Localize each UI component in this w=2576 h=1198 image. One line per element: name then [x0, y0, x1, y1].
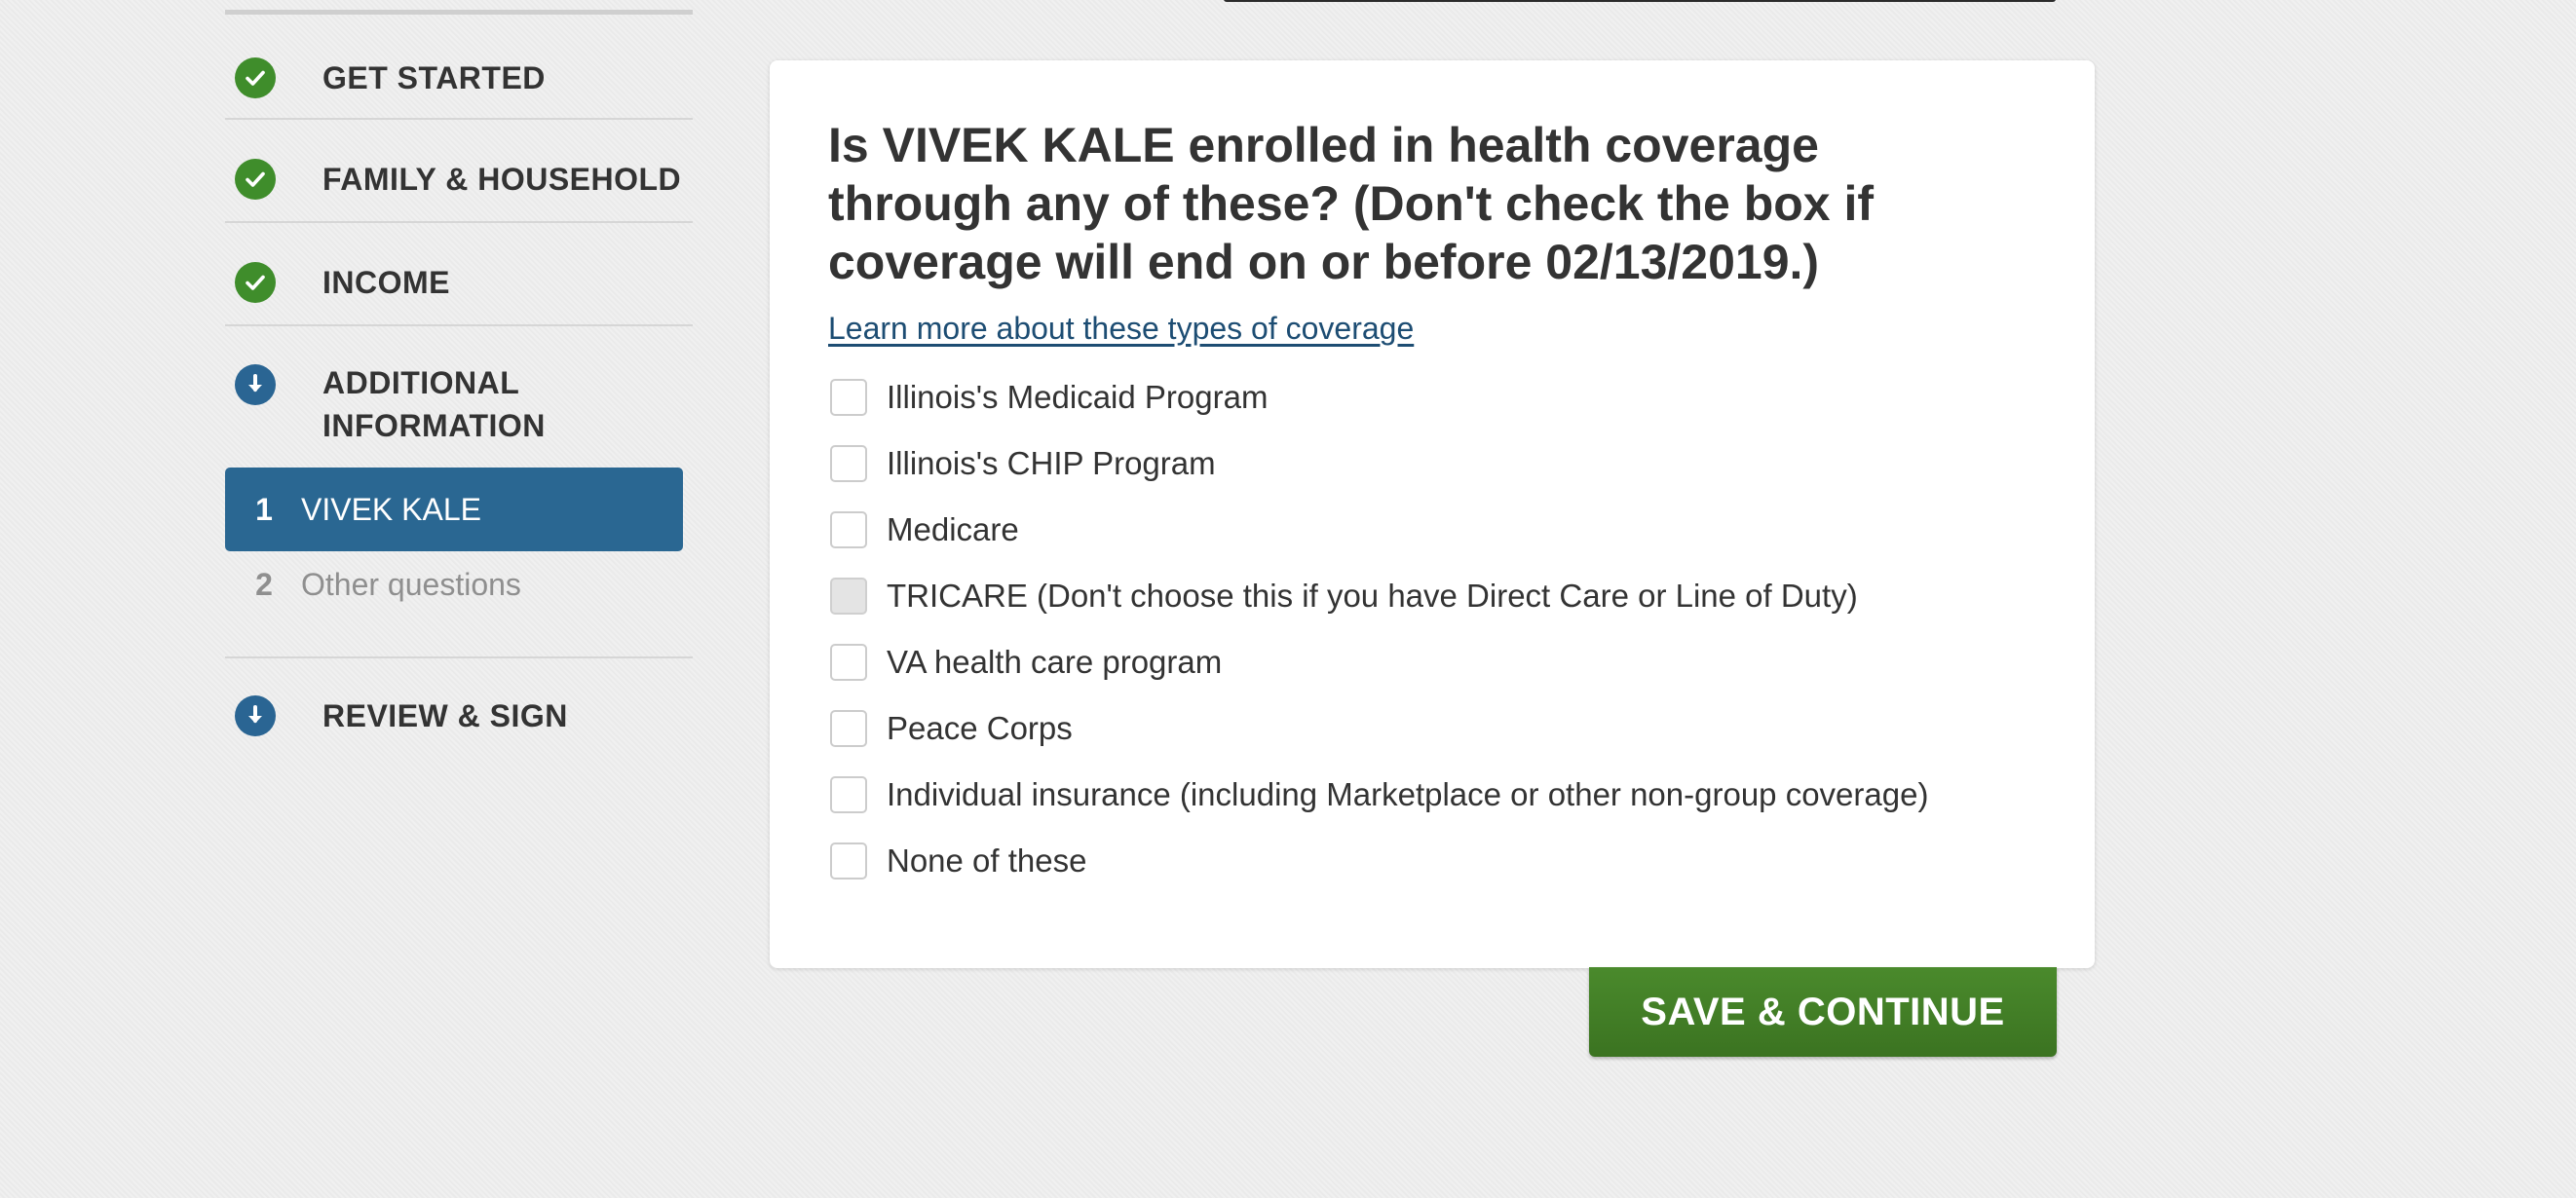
option-medicare[interactable]: Medicare — [828, 497, 2036, 563]
progress-sidebar: GET STARTED FAMILY & HOUSEHOLD INCOME AD… — [225, 0, 693, 766]
checkbox[interactable] — [830, 379, 867, 416]
substep-number: 1 — [255, 491, 273, 527]
checkbox[interactable] — [830, 644, 867, 681]
option-chip[interactable]: Illinois's CHIP Program — [828, 431, 2036, 497]
step-label: INCOME — [322, 265, 450, 300]
save-continue-button[interactable]: SAVE & CONTINUE — [1589, 967, 2057, 1057]
step-label: ADDITIONAL INFORMATION — [322, 361, 546, 447]
step-label: GET STARTED — [322, 60, 546, 95]
step-label-line: INFORMATION — [322, 408, 546, 443]
learn-more-link[interactable]: Learn more about these types of coverage — [828, 311, 1414, 347]
option-label: Illinois's Medicaid Program — [887, 379, 1269, 415]
substep-list: 1 VIVEK KALE 2 Other questions — [225, 468, 683, 618]
option-label: TRICARE (Don't choose this if you have D… — [887, 578, 1858, 614]
option-label: None of these — [887, 842, 1087, 879]
step-additional-information: ADDITIONAL INFORMATION 1 VIVEK KALE 2 Ot… — [225, 326, 693, 656]
checkbox[interactable] — [830, 578, 867, 615]
step-additional-header[interactable]: ADDITIONAL INFORMATION — [225, 364, 546, 447]
option-tricare[interactable]: TRICARE (Don't choose this if you have D… — [828, 563, 2036, 629]
step-family-household[interactable]: FAMILY & HOUSEHOLD — [225, 120, 693, 223]
coverage-options: Illinois's Medicaid Program Illinois's C… — [828, 364, 2036, 894]
step-review-sign[interactable]: REVIEW & SIGN — [225, 656, 693, 766]
check-circle-icon — [235, 159, 276, 200]
step-label-line: ADDITIONAL — [322, 365, 520, 400]
checkbox[interactable] — [830, 710, 867, 747]
option-peace-corps[interactable]: Peace Corps — [828, 695, 2036, 762]
option-medicaid[interactable]: Illinois's Medicaid Program — [828, 364, 2036, 431]
option-label: Individual insurance (including Marketpl… — [887, 776, 1929, 812]
arrow-down-circle-icon — [235, 364, 276, 405]
question-card: Is VIVEK KALE enrolled in health coverag… — [770, 60, 2095, 968]
option-label: Medicare — [887, 511, 1019, 547]
step-income[interactable]: INCOME — [225, 223, 693, 326]
option-label: VA health care program — [887, 644, 1223, 680]
arrow-down-circle-icon — [235, 695, 276, 736]
option-none[interactable]: None of these — [828, 828, 2036, 894]
top-bar-edge — [1224, 0, 2056, 2]
option-va[interactable]: VA health care program — [828, 629, 2036, 695]
option-label: Peace Corps — [887, 710, 1073, 746]
checkbox[interactable] — [830, 445, 867, 482]
check-circle-icon — [235, 262, 276, 303]
substep-label: Other questions — [301, 566, 521, 602]
checkbox[interactable] — [830, 511, 867, 548]
question-title: Is VIVEK KALE enrolled in health coverag… — [828, 118, 1875, 289]
step-label: REVIEW & SIGN — [322, 698, 568, 733]
step-label: FAMILY & HOUSEHOLD — [322, 162, 682, 197]
substep-vivek-kale[interactable]: 1 VIVEK KALE — [225, 468, 683, 551]
substep-other-questions[interactable]: 2 Other questions — [225, 551, 683, 618]
option-individual-insurance[interactable]: Individual insurance (including Marketpl… — [828, 762, 2036, 828]
substep-label: VIVEK KALE — [301, 491, 481, 527]
step-get-started[interactable]: GET STARTED — [225, 15, 693, 120]
option-label: Illinois's CHIP Program — [887, 445, 1216, 481]
checkbox[interactable] — [830, 776, 867, 813]
checkbox[interactable] — [830, 842, 867, 880]
check-circle-icon — [235, 57, 276, 98]
substep-number: 2 — [255, 566, 273, 602]
